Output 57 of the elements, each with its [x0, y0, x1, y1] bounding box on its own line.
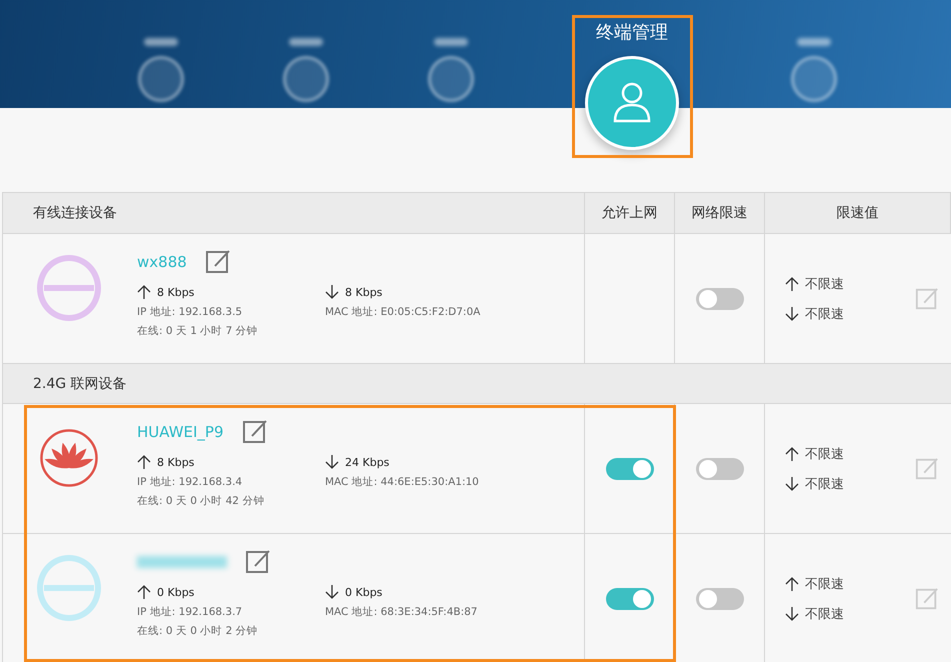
upload-limit: 不限速 — [805, 446, 844, 462]
up-arrow-icon — [137, 284, 151, 300]
download-limit: 不限速 — [805, 476, 844, 492]
device-name[interactable]: wx888 — [137, 253, 187, 271]
download-speed: 8 Kbps — [345, 286, 382, 298]
nav-icon[interactable] — [428, 56, 474, 102]
upload-limit: 不限速 — [805, 276, 844, 292]
blurred-label — [288, 38, 322, 46]
column-header: 限速值 — [836, 204, 878, 222]
ip-address: IP 地址: 192.168.3.7 — [137, 605, 244, 619]
nav-tab[interactable]: 终端管理 — [596, 20, 668, 44]
column-header: 有线连接设备 — [33, 204, 117, 222]
up-arrow-icon — [137, 454, 151, 470]
download-speed: 24 Kbps — [345, 456, 390, 468]
up-arrow-icon — [785, 576, 799, 592]
edit-icon[interactable] — [204, 250, 231, 274]
speed-limit-toggle[interactable] — [696, 458, 744, 480]
upload-speed: 0 Kbps — [157, 586, 194, 598]
column-header: 网络限速 — [692, 204, 748, 222]
upload-limit: 不限速 — [805, 576, 844, 592]
online-time: 在线: 0 天 0 小时 2 分钟 — [137, 624, 259, 638]
allow-toggle[interactable] — [606, 588, 654, 610]
column-header: 允许上网 — [602, 204, 658, 222]
blurred-label — [144, 38, 178, 46]
edit-icon[interactable] — [242, 420, 268, 444]
blurred-label — [796, 38, 830, 46]
up-arrow-icon — [785, 276, 799, 292]
down-arrow-icon — [325, 284, 339, 300]
nav-icon[interactable] — [790, 56, 836, 102]
down-arrow-icon — [785, 606, 799, 622]
speed-limit-toggle[interactable] — [696, 288, 744, 310]
up-arrow-icon — [137, 584, 151, 600]
down-arrow-icon — [325, 584, 339, 600]
ip-address: IP 地址: 192.168.3.4 — [137, 475, 244, 489]
nav-icon[interactable] — [138, 56, 184, 102]
mac-address: MAC 地址: 44:6E:E5:30:A1:10 — [325, 475, 480, 489]
mac-address: MAC 地址: E0:05:C5:F2:D7:0A — [325, 305, 482, 319]
online-time: 在线: 0 天 1 小时 7 分钟 — [137, 324, 259, 338]
nav-icon[interactable] — [282, 56, 328, 102]
down-arrow-icon — [785, 476, 799, 492]
online-time: 在线: 0 天 0 小时 42 分钟 — [137, 494, 266, 508]
upload-speed: 8 Kbps — [157, 286, 194, 298]
upload-speed: 8 Kbps — [157, 456, 194, 468]
mac-address: MAC 地址: 68:3E:34:5F:4B:87 — [325, 605, 478, 619]
ip-address: IP 地址: 192.168.3.5 — [137, 305, 244, 319]
down-arrow-icon — [785, 306, 799, 322]
blurred-label — [434, 38, 468, 46]
down-arrow-icon — [325, 454, 339, 470]
download-speed: 0 Kbps — [345, 586, 382, 598]
allow-toggle[interactable] — [606, 458, 654, 480]
device-name[interactable]: HUAWEI_P9 — [137, 423, 224, 441]
section-title: 2.4G 联网设备 — [33, 374, 127, 392]
edit-icon[interactable] — [245, 550, 271, 574]
speed-limit-toggle[interactable] — [696, 588, 744, 610]
download-limit: 不限速 — [805, 306, 844, 322]
download-limit: 不限速 — [805, 606, 844, 622]
up-arrow-icon — [785, 446, 799, 462]
